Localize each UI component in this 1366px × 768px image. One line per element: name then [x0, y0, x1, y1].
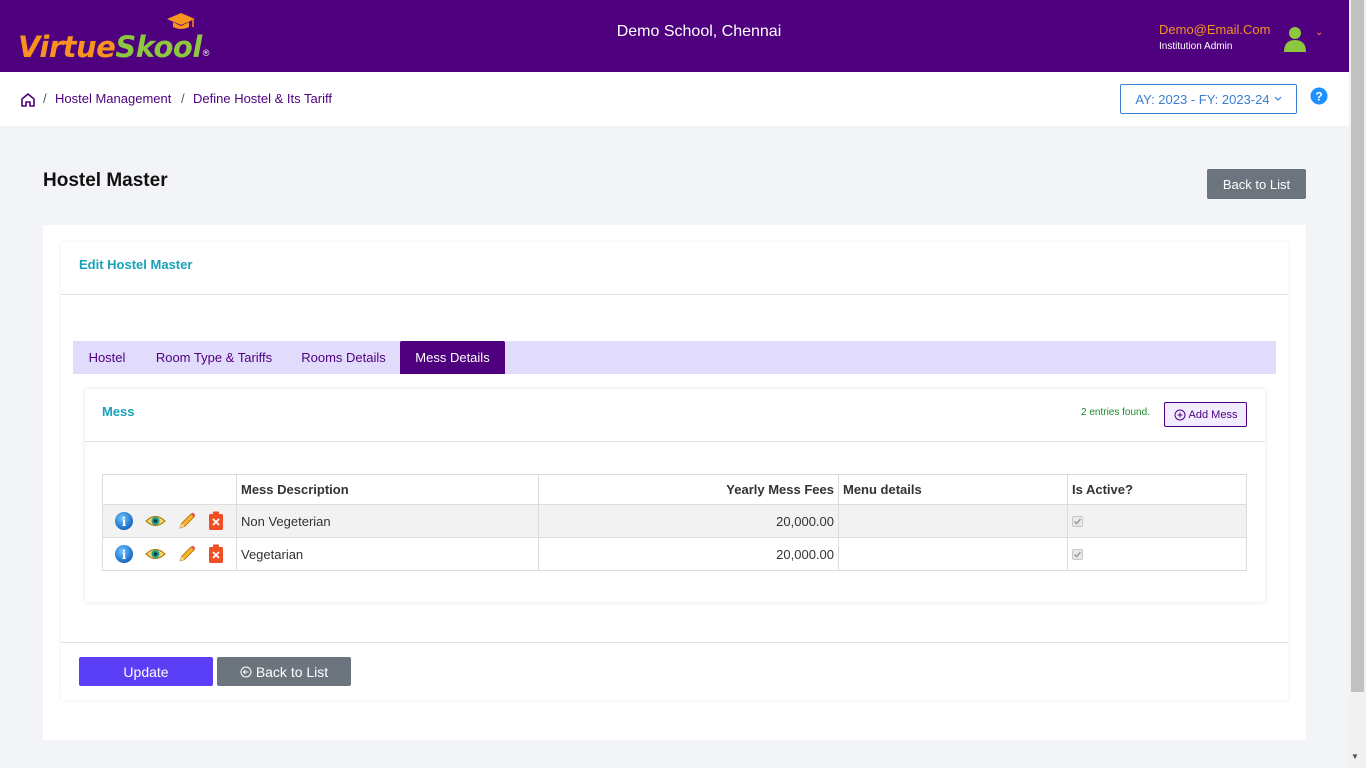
add-mess-button[interactable]: Add Mess	[1164, 402, 1247, 427]
entries-count: 2 entries found.	[1081, 407, 1150, 418]
page-title: Hostel Master	[43, 170, 168, 191]
scroll-down-arrow-icon[interactable]: ▼	[1351, 752, 1359, 761]
divider	[85, 441, 1265, 442]
back-to-list-button[interactable]: Back to List	[1207, 169, 1306, 199]
chevron-down-icon	[1274, 96, 1282, 101]
mess-description-cell: Non Vegeterian	[236, 504, 539, 538]
is-active-checkbox[interactable]	[1072, 515, 1083, 527]
arrow-left-circle-icon	[240, 666, 252, 677]
academic-year-value: AY: 2023 - FY: 2023-24	[1135, 91, 1270, 107]
user-email[interactable]: Demo@Email.Com	[1159, 22, 1270, 37]
card-title: Edit Hostel Master	[79, 257, 193, 272]
view-eye-icon[interactable]	[145, 547, 166, 561]
checkmark-icon	[1074, 518, 1082, 525]
svg-text:i: i	[122, 548, 127, 562]
mess-section-title: Mess	[102, 404, 135, 419]
delete-icon[interactable]	[208, 544, 224, 564]
svg-text:i: i	[122, 515, 127, 529]
mess-table: Mess Description Yearly Mess Fees Menu d…	[102, 474, 1247, 571]
breadcrumb-separator: /	[43, 91, 47, 106]
logo-registered-mark: ®	[202, 48, 210, 58]
breadcrumb-bar: / Hostel Management / Define Hostel & It…	[0, 72, 1349, 126]
chevron-down-icon[interactable]: ⌄	[1315, 27, 1323, 38]
tab-room-type-tariffs[interactable]: Room Type & Tariffs	[141, 341, 287, 374]
info-icon[interactable]: i	[114, 544, 134, 564]
back-to-list-label: Back to List	[255, 663, 329, 680]
tab-hostel[interactable]: Hostel	[73, 341, 141, 374]
checkmark-icon	[1074, 551, 1082, 558]
table-row: i	[102, 504, 1247, 538]
home-icon[interactable]	[20, 92, 36, 108]
table-header-row: Mess Description Yearly Mess Fees Menu d…	[102, 474, 1247, 505]
add-mess-label: Add Mess	[1188, 408, 1238, 421]
back-to-list-bottom-button[interactable]: Back to List	[217, 657, 351, 686]
divider	[61, 294, 1288, 295]
mess-description-cell: Vegetarian	[236, 537, 539, 571]
user-avatar-icon[interactable]	[1283, 26, 1307, 52]
is-active-cell	[1067, 504, 1247, 538]
yearly-mess-fees-cell: 20,000.00	[538, 537, 839, 571]
help-icon[interactable]: ?	[1310, 87, 1328, 105]
edit-pencil-icon[interactable]	[177, 544, 197, 564]
app-logo[interactable]: VirtueSkool ®	[18, 12, 209, 62]
column-header-menu-details[interactable]: Menu details	[838, 474, 1068, 505]
yearly-mess-fees-cell: 20,000.00	[538, 504, 839, 538]
info-icon[interactable]: i	[114, 511, 134, 531]
table-row: i	[102, 537, 1247, 571]
column-header-is-active[interactable]: Is Active?	[1067, 474, 1247, 505]
breadcrumb-hostel-management[interactable]: Hostel Management	[55, 91, 171, 106]
plus-circle-icon	[1174, 409, 1186, 420]
svg-text:?: ?	[1315, 90, 1322, 104]
row-actions: i	[102, 504, 237, 538]
breadcrumb-define-hostel: Define Hostel & Its Tariff	[193, 91, 332, 106]
row-actions: i	[102, 537, 237, 571]
menu-details-cell	[838, 537, 1068, 571]
user-role: Institution Admin	[1159, 41, 1233, 52]
update-button[interactable]: Update	[79, 657, 213, 686]
tab-rooms-details[interactable]: Rooms Details	[287, 341, 400, 374]
is-active-cell	[1067, 537, 1247, 571]
logo-text: VirtueSkool	[18, 30, 202, 64]
menu-details-cell	[838, 504, 1068, 538]
academic-year-select[interactable]: AY: 2023 - FY: 2023-24	[1120, 84, 1297, 114]
tab-mess-details[interactable]: Mess Details	[400, 341, 505, 374]
scrollbar-thumb[interactable]	[1351, 0, 1364, 692]
is-active-checkbox[interactable]	[1072, 548, 1083, 560]
column-header-mess-description[interactable]: Mess Description	[236, 474, 539, 505]
column-header-actions	[102, 474, 237, 505]
edit-pencil-icon[interactable]	[177, 511, 197, 531]
delete-icon[interactable]	[208, 511, 224, 531]
graduation-cap-icon	[167, 13, 195, 29]
column-header-yearly-mess-fees[interactable]: Yearly Mess Fees	[538, 474, 839, 505]
divider	[61, 642, 1288, 643]
view-eye-icon[interactable]	[145, 514, 166, 528]
breadcrumb-separator: /	[181, 91, 185, 106]
